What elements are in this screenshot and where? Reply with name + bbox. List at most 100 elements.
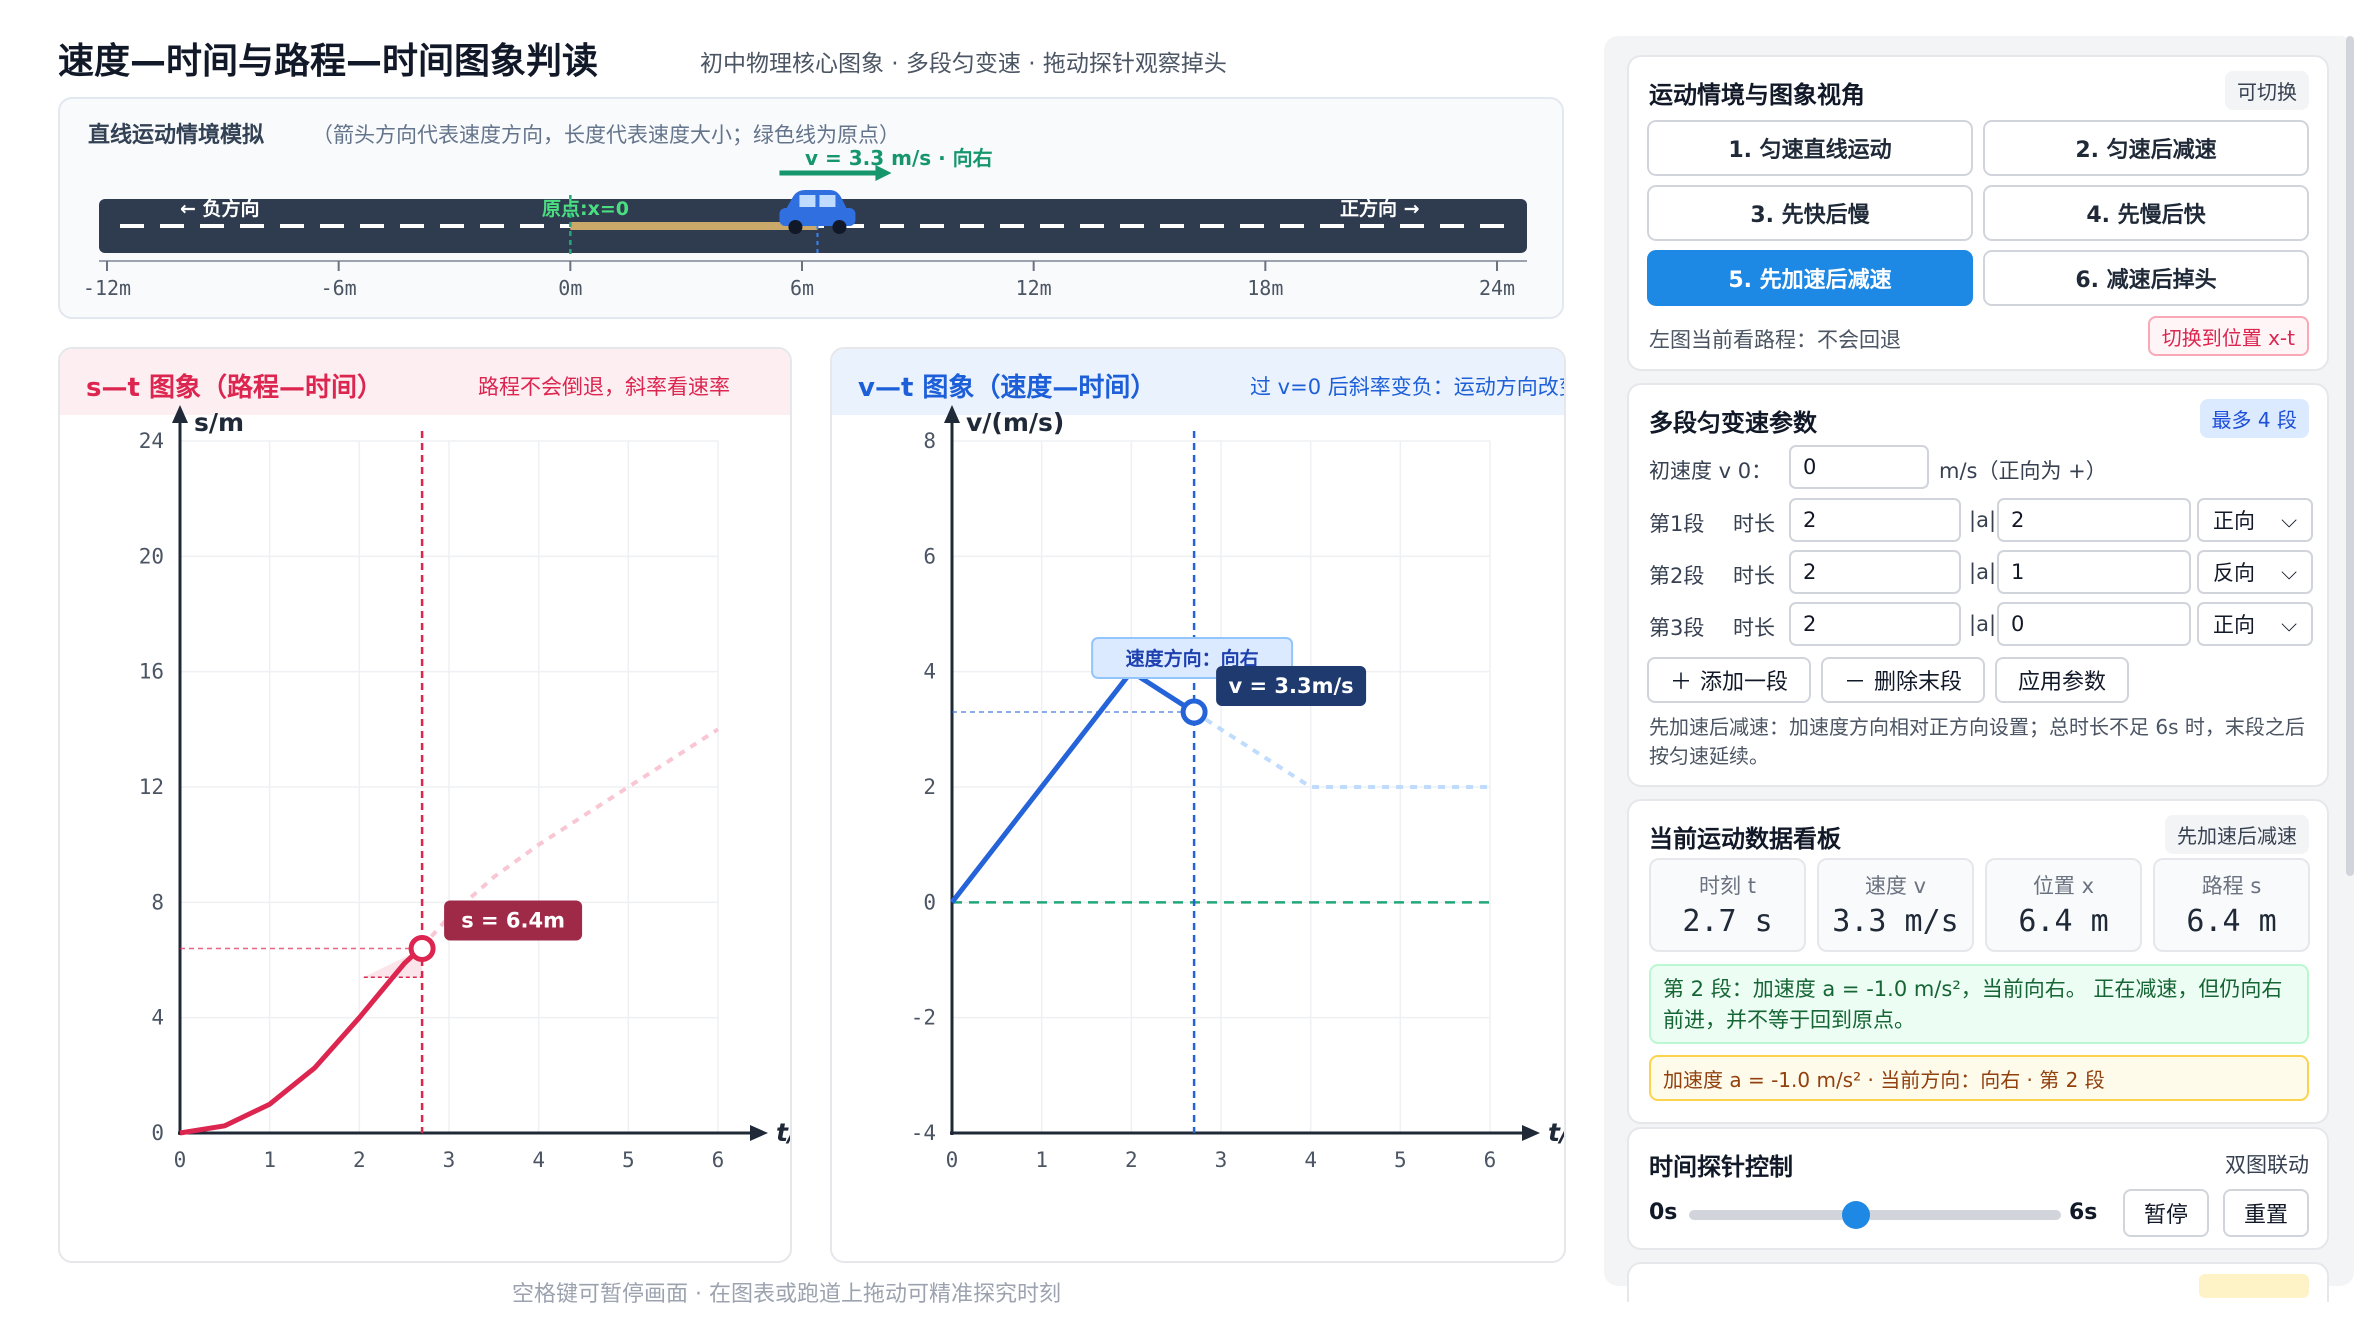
- time-slider-thumb[interactable]: [1842, 1201, 1871, 1229]
- segment-2-direction-select[interactable]: 反向 ⌵: [2197, 550, 2313, 594]
- y-axis-label: v/(m/s): [966, 408, 1064, 437]
- st-chart-svg[interactable]: 012345604812162024s/mt/ss = 6.4m: [60, 349, 792, 1263]
- metric-time: 时刻 t 2.7 s: [1649, 858, 1806, 952]
- params-title: 多段匀变速参数: [1649, 409, 1817, 437]
- segment-2-label: 第2段: [1649, 564, 1705, 588]
- vt-chart-svg[interactable]: 0123456-4-202468v/(m/s)t/s速度方向：向右v = 3.3…: [832, 349, 1566, 1263]
- segment-1-duration-label: 时长: [1733, 512, 1775, 536]
- segment-3-accel-input[interactable]: 0: [1997, 602, 2191, 646]
- y-axis-label: s/m: [194, 408, 244, 437]
- x-tick-label: 5: [1394, 1148, 1407, 1172]
- scene-button-3[interactable]: 3. 先快后慢: [1647, 185, 1973, 241]
- metric-time-label: 时刻 t: [1699, 874, 1756, 898]
- scene-button-6[interactable]: 6. 减速后掉头: [1983, 250, 2309, 306]
- x-tick-label: 6: [712, 1148, 725, 1172]
- track-tick-label: 18m: [1247, 276, 1283, 300]
- st-chart-panel[interactable]: s—t 图象（路程—时间） 路程不会倒退，斜率看速率 0 1 2 3 4 5 6 0 4 8 12 1…: [58, 347, 792, 1263]
- v0-label: 初速度 v 0：: [1649, 459, 1773, 483]
- track-panel[interactable]: 直线运动情境模拟 （箭头方向代表速度方向，长度代表速度大小；绿色线为原点） ← …: [58, 97, 1564, 319]
- y-tick-label: 4: [151, 1006, 164, 1030]
- metric-distance-value: 6.4 m: [2186, 904, 2277, 939]
- dashboard-title: 当前运动数据看板: [1649, 825, 1841, 853]
- x-tick-label: 1: [263, 1148, 276, 1172]
- y-tick-label: 16: [139, 660, 164, 684]
- x-tick-label: 5: [622, 1148, 635, 1172]
- segment-2-accel-input[interactable]: 1: [1997, 550, 2191, 594]
- scene-title: 运动情境与图象视角: [1649, 81, 1865, 109]
- plus-icon: ＋: [1669, 670, 1692, 695]
- scrollbar[interactable]: [2346, 36, 2354, 876]
- value-tooltip: s = 6.4m: [444, 900, 583, 941]
- future-path: [1193, 710, 1490, 789]
- origin-label: 原点:x=0: [542, 198, 629, 220]
- segment-3-duration-input[interactable]: 2: [1789, 602, 1961, 646]
- car-wheel: [788, 220, 803, 234]
- chevron-down-icon: ⌵: [2281, 559, 2297, 584]
- segment-1-duration-input[interactable]: 2: [1789, 498, 1961, 542]
- segment-3-direction-value: 正向: [2213, 613, 2255, 637]
- time-slider-track[interactable]: [1689, 1210, 2061, 1220]
- segment-info-box: 第 2 段：加速度 a = -1.0 m/s²，当前向右。 正在减速，但仍向右前…: [1649, 964, 2309, 1044]
- pos-direction-label: 正方向 →: [1340, 197, 1420, 220]
- params-note: 先加速后减速：加速度方向相对正方向设置；总时长不足 6s 时，末段之后按匀速延续…: [1649, 715, 2305, 768]
- probe-title: 时间探针控制: [1649, 1153, 1793, 1181]
- x-tick-label: 0: [174, 1148, 187, 1172]
- scene-button-4[interactable]: 4. 先慢后快: [1983, 185, 2309, 241]
- y-tick-label: 0: [923, 890, 936, 914]
- metric-speed-label: 速度 v: [1864, 874, 1927, 898]
- minus-icon: －: [1843, 670, 1866, 695]
- probe-badge: 双图联动: [2225, 1153, 2309, 1177]
- segment-3-label: 第3段: [1649, 616, 1705, 640]
- scene-button-1[interactable]: 1. 匀速直线运动: [1647, 120, 1973, 176]
- scene-button-5[interactable]: 5. 先加速后减速: [1647, 250, 1973, 306]
- y-tick-label: 20: [139, 544, 164, 568]
- value-tooltip-text: s = 6.4m: [461, 908, 565, 932]
- probe-card: 时间探针控制 双图联动 0s 6s 暂停 重置: [1627, 1127, 2329, 1250]
- scene-badge: 可切换: [2225, 71, 2309, 110]
- vt-chart-panel[interactable]: v—t 图象（速度—时间） 过 v=0 后斜率变负：运动方向改变 0123456…: [830, 347, 1566, 1263]
- switch-view-button[interactable]: 切换到位置 x-t: [2147, 316, 2309, 356]
- y-axis-arrow: [944, 405, 960, 423]
- pause-button[interactable]: 暂停: [2123, 1189, 2209, 1237]
- page-title: 速度—时间与路程—时间图象判读: [58, 41, 599, 82]
- x-tick-label: 3: [1215, 1148, 1228, 1172]
- segment-3-direction-select[interactable]: 正向 ⌵: [2197, 602, 2313, 646]
- probe-point: [1180, 698, 1208, 726]
- velocity-label: v = 3.3 m/s · 向右: [805, 146, 993, 170]
- metric-time-value: 2.7 s: [1682, 904, 1773, 939]
- metric-distance: 路程 s 6.4 m: [2153, 858, 2310, 952]
- track-tick-label: -12m: [83, 276, 131, 300]
- segment-1-label: 第1段: [1649, 512, 1705, 536]
- x-tick-label: 4: [532, 1148, 545, 1172]
- x-axis-arrow: [1522, 1125, 1540, 1141]
- x-tick-label: 3: [443, 1148, 456, 1172]
- segment-3-duration-label: 时长: [1733, 616, 1775, 640]
- car-window: [799, 195, 816, 207]
- metric-speed: 速度 v 3.3 m/s: [1817, 858, 1974, 952]
- y-tick-label: 8: [151, 890, 164, 914]
- metric-speed-value: 3.3 m/s: [1832, 904, 1959, 939]
- probe-min-label: 0s: [1649, 1200, 1678, 1225]
- page-subtitle: 初中物理核心图象 · 多段匀变速 · 拖动探针观察掉头: [700, 51, 1227, 77]
- footer-hint: 空格键可暂停画面 · 在图表或跑道上拖动可精准探究时刻: [512, 1282, 1061, 1307]
- segment-1-direction-select[interactable]: 正向 ⌵: [2197, 498, 2313, 542]
- y-tick-label: -4: [911, 1121, 936, 1145]
- apply-params-button[interactable]: 应用参数: [1995, 657, 2129, 703]
- track-svg[interactable]: ← 负方向 正方向 → 原点:x=0 v = 3.3 m/s · 向右 -12m…: [60, 99, 1566, 321]
- segment-1-accel-input[interactable]: 2: [1997, 498, 2191, 542]
- probe-max-label: 6s: [2069, 1200, 2098, 1225]
- v0-input[interactable]: 0: [1789, 445, 1929, 489]
- dashboard-badge: 先加速后减速: [2165, 815, 2309, 854]
- next-card-peek: [1627, 1262, 2329, 1302]
- chevron-down-icon: ⌵: [2281, 611, 2297, 636]
- scene-button-2[interactable]: 2. 匀速后减速: [1983, 120, 2309, 176]
- remove-segment-button[interactable]: － 删除末段: [1821, 657, 1985, 703]
- segment-2-duration-input[interactable]: 2: [1789, 550, 1961, 594]
- x-axis-arrow: [750, 1125, 768, 1141]
- add-segment-button[interactable]: ＋ 添加一段: [1647, 657, 1811, 703]
- car-window: [819, 195, 836, 207]
- params-badge: 最多 4 段: [2199, 399, 2309, 438]
- metric-position: 位置 x 6.4 m: [1985, 858, 2142, 952]
- next-card-badge: [2199, 1274, 2309, 1298]
- reset-button[interactable]: 重置: [2223, 1189, 2309, 1237]
